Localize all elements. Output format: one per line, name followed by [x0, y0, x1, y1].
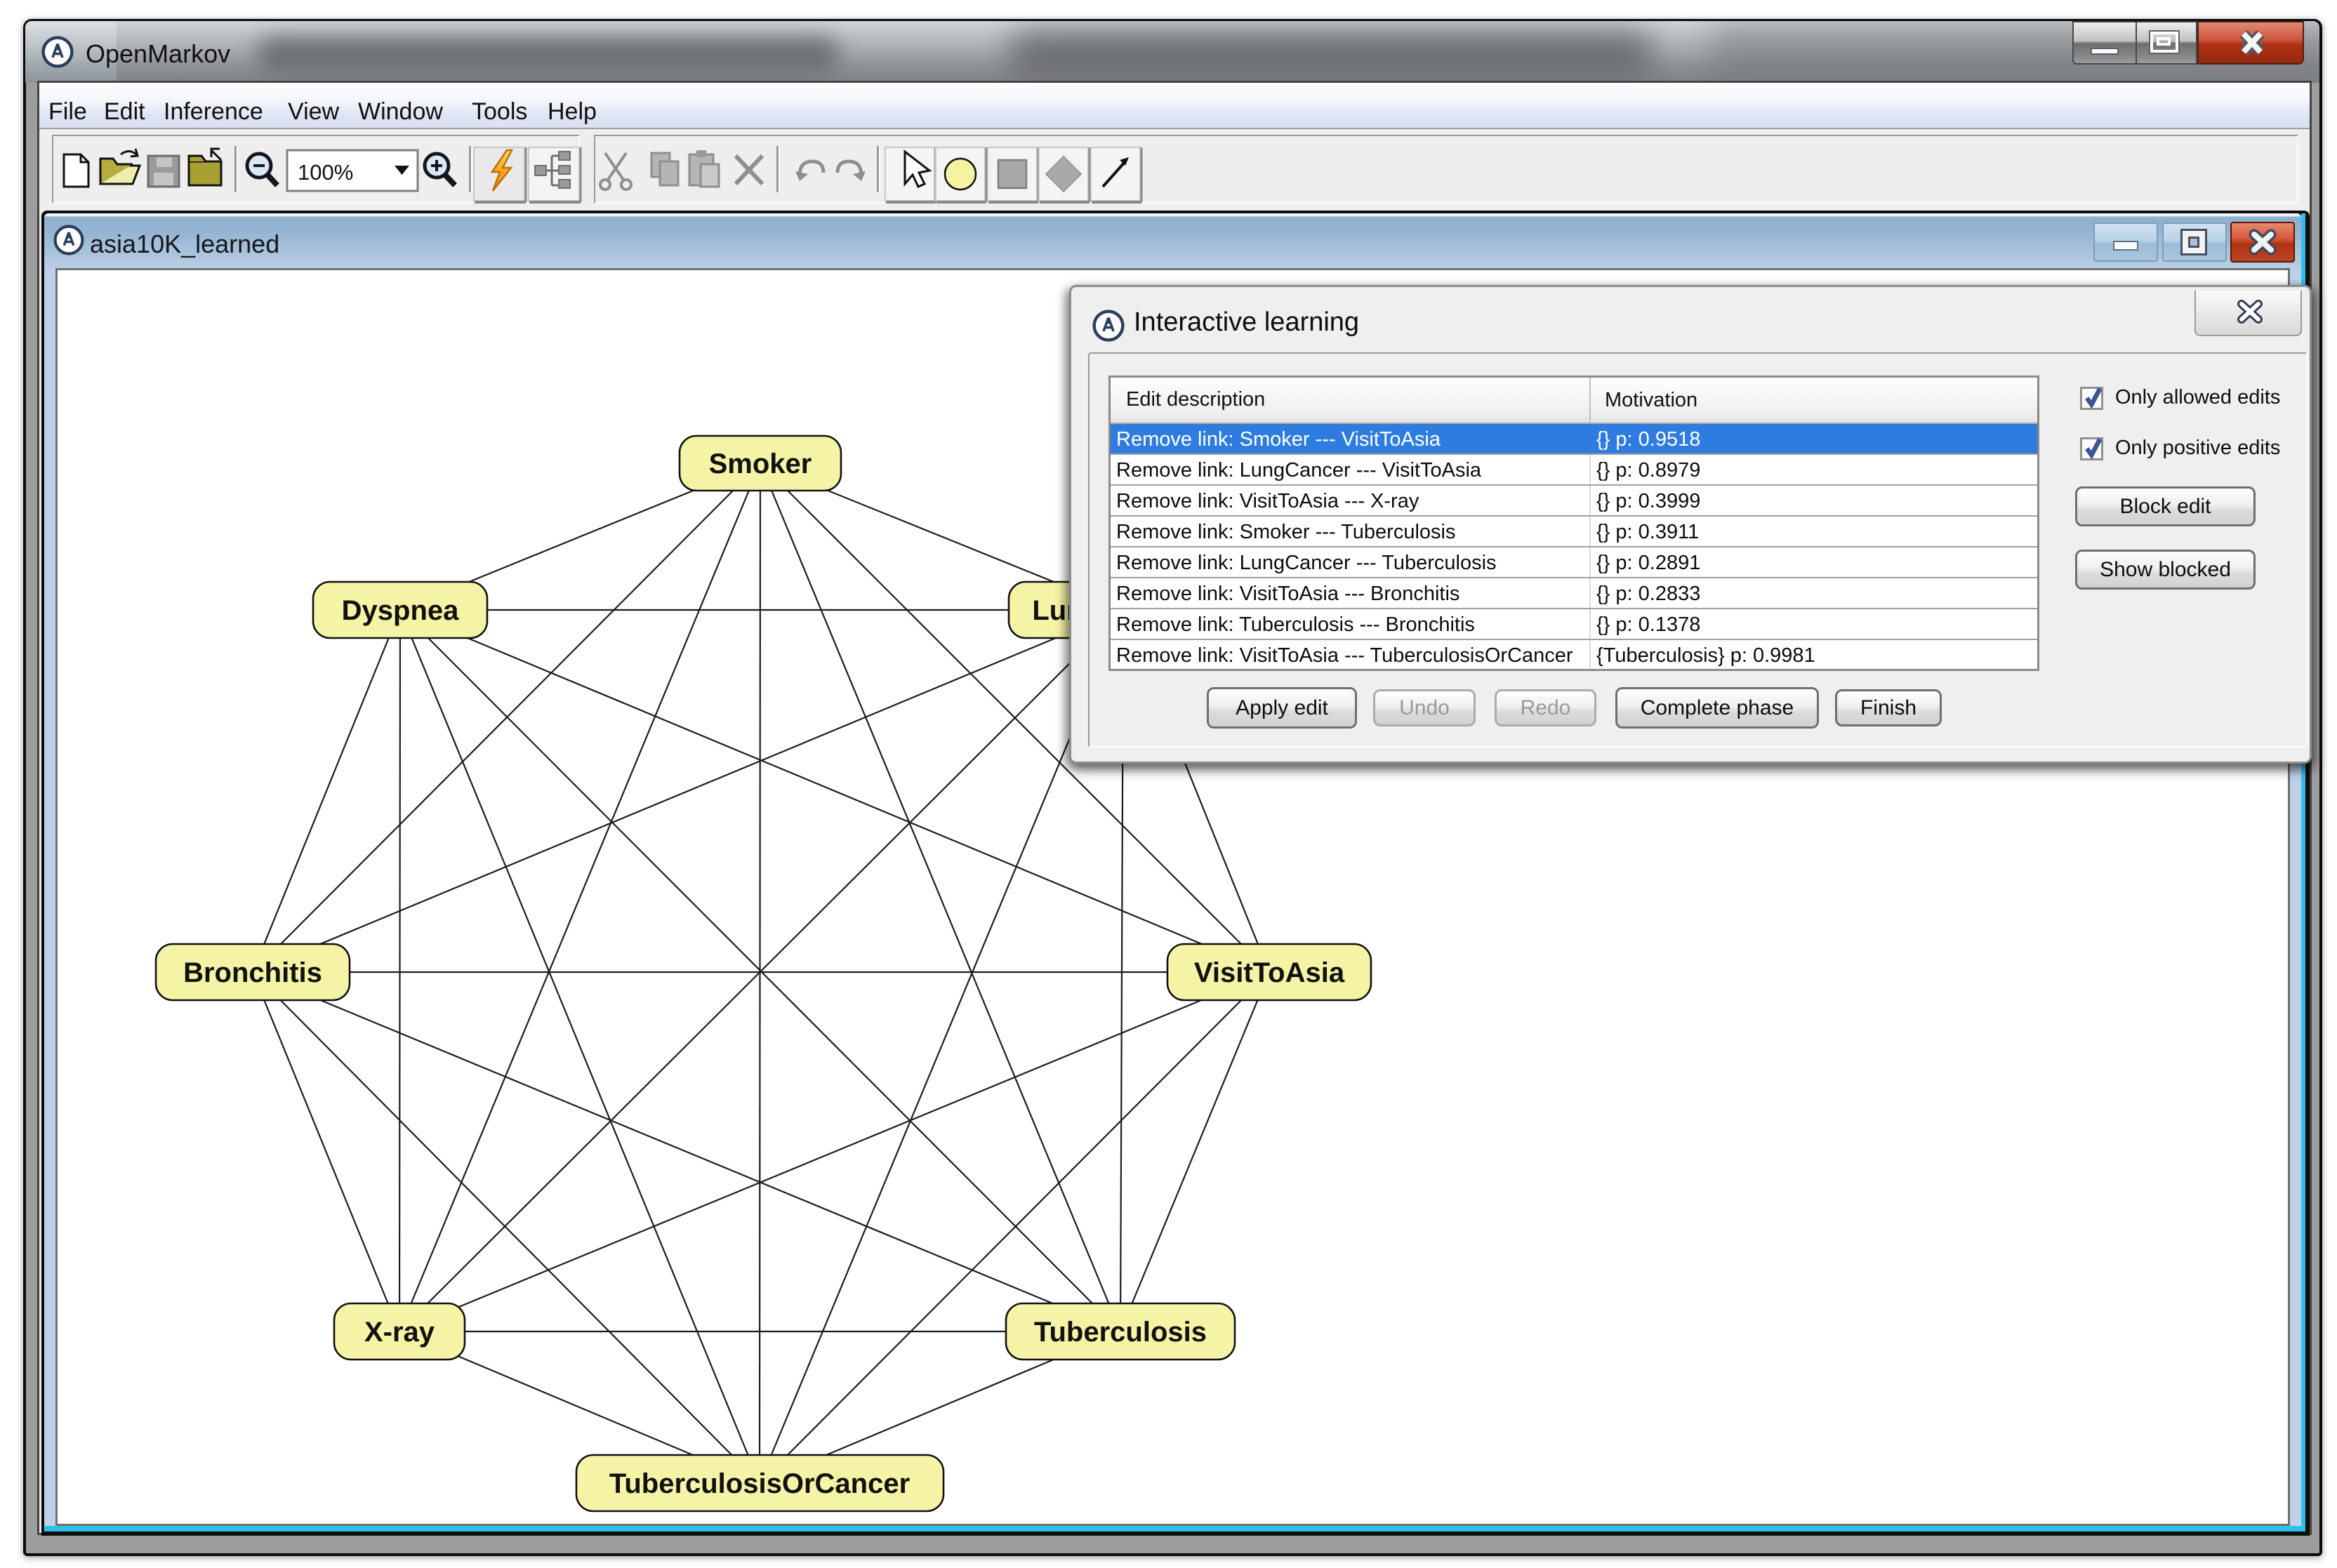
- svg-text:X-ray: X-ray: [364, 1317, 435, 1348]
- svg-text:VisitToAsia: VisitToAsia: [1194, 957, 1345, 988]
- svg-text:Bronchitis: Bronchitis: [183, 957, 322, 988]
- svg-text:Tuberculosis: Tuberculosis: [1034, 1317, 1207, 1348]
- svg-text:100%: 100%: [298, 160, 353, 185]
- svg-text:Smoker: Smoker: [709, 449, 812, 479]
- svg-text:Dyspnea: Dyspnea: [342, 595, 459, 626]
- svg-text:TuberculosisOrCancer: TuberculosisOrCancer: [609, 1468, 910, 1499]
